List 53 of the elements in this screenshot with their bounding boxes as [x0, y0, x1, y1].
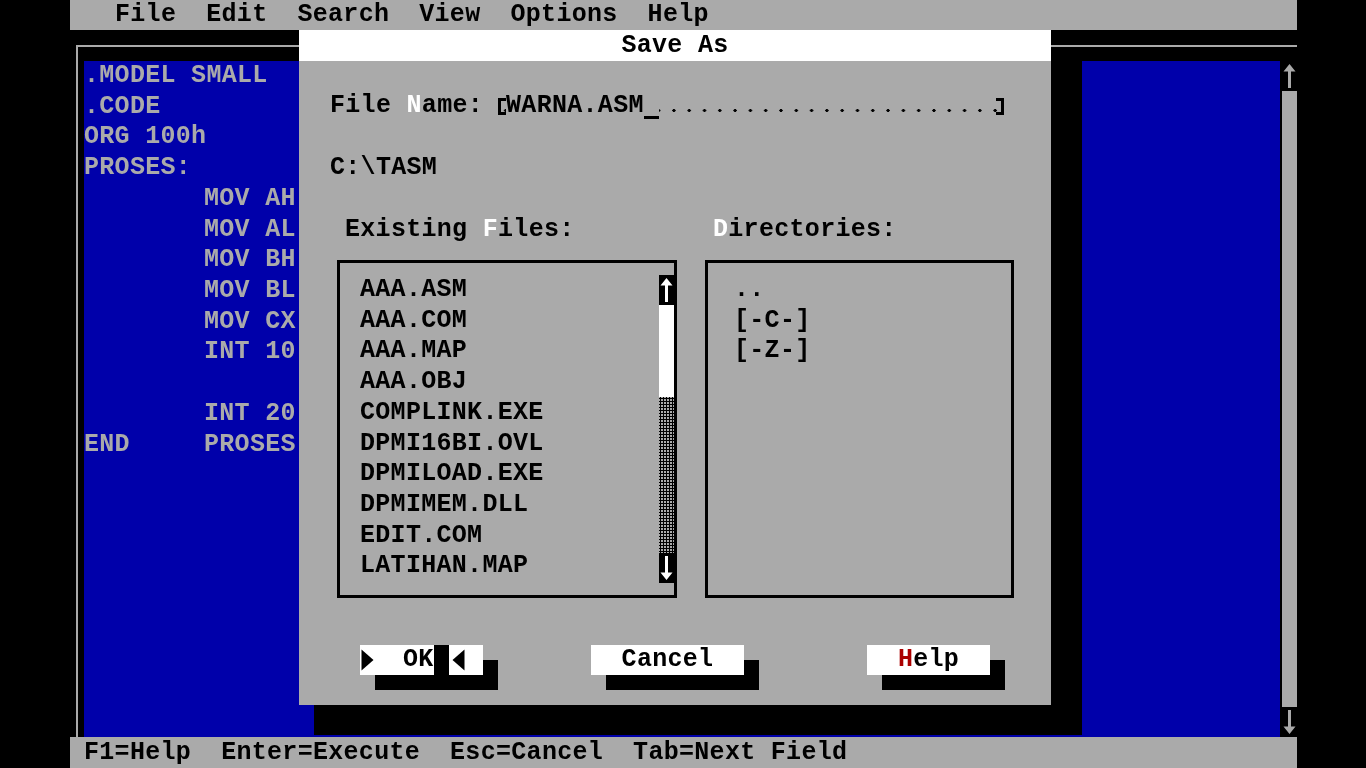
code-text: ORG 100h: [84, 122, 207, 152]
menu-item[interactable]: Help: [647, 0, 709, 30]
code-text: MOV AL: [204, 214, 296, 246]
list-entry[interactable]: AAA.COM: [360, 305, 468, 337]
dialog-button[interactable]: Help: [867, 645, 990, 675]
list-entry[interactable]: LATIHAN.MAP: [360, 551, 529, 583]
scrollbar[interactable]: [659, 275, 674, 583]
dialog-button[interactable]: OK: [360, 645, 483, 675]
scroll-up-icon[interactable]: [1282, 61, 1297, 91]
code-text: MOV BH: [204, 245, 296, 277]
scroll-down-icon[interactable]: [1282, 707, 1297, 737]
status-hint: Tab=Next Field: [633, 737, 848, 768]
code-text: END: [84, 429, 130, 459]
list-entry[interactable]: DPMI16BI.OVL: [360, 428, 544, 460]
list-entry[interactable]: AAA.MAP: [360, 336, 468, 368]
list-label: Existing Files:: [344, 215, 576, 246]
list-entry[interactable]: AAA.ASM: [360, 275, 468, 306]
dialog-button[interactable]: Cancel: [591, 645, 744, 675]
list-label: Directories:: [712, 215, 898, 246]
list-entry[interactable]: EDIT.COM: [360, 520, 483, 552]
scroll-down-icon[interactable]: [659, 553, 674, 583]
directory-entry[interactable]: [-Z-]: [734, 336, 811, 368]
code-text: .MODEL SMALL: [84, 61, 268, 90]
code-text: INT 10: [204, 337, 296, 369]
status-hint: Esc=Cancel: [450, 737, 604, 768]
current-path: C:\TASM: [329, 153, 439, 184]
list-entry[interactable]: COMPLINK.EXE: [360, 397, 544, 429]
menu-item[interactable]: File: [115, 0, 177, 30]
cursor-block: [433, 645, 449, 675]
directory-entry[interactable]: ..: [734, 275, 765, 306]
code-text: PROSES: [204, 429, 296, 461]
directory-entry[interactable]: [-C-]: [734, 305, 811, 337]
code-text: MOV CX: [204, 306, 296, 338]
files-list[interactable]: AAA.ASM AAA.COM AAA.MAP AAA.OBJ COMPLINK.EXE DPMI16BI.OVL DPMILOAD.EXE DPMIMEM.DLL EDIT.COM LATIHAN.MAP: [337, 260, 677, 598]
menu-item[interactable]: View: [419, 0, 481, 30]
menu-item[interactable]: Options: [510, 0, 618, 30]
status-hint: F1=Help: [84, 737, 192, 768]
list-entry[interactable]: DPMILOAD.EXE: [360, 459, 544, 491]
code-text: MOV BL: [204, 276, 296, 307]
code-text: PROSES:: [84, 153, 192, 183]
status-hint: Enter=Execute: [221, 737, 421, 768]
directories-list[interactable]: .. [-C-] [-Z-]: [705, 260, 1014, 598]
scrollbar[interactable]: [1282, 61, 1297, 737]
dialog-title: Save As: [299, 30, 1051, 61]
field-label: File Name:: [330, 91, 484, 122]
menu-item[interactable]: Search: [297, 0, 390, 30]
list-entry[interactable]: AAA.OBJ: [360, 367, 468, 398]
scroll-up-icon[interactable]: [659, 275, 674, 305]
list-entry[interactable]: DPMIMEM.DLL: [360, 490, 529, 521]
code-text: MOV AH: [204, 183, 296, 215]
menu-item[interactable]: Edit: [206, 0, 268, 30]
code-text: .CODE: [84, 91, 161, 121]
code-text: INT 20: [204, 398, 296, 430]
